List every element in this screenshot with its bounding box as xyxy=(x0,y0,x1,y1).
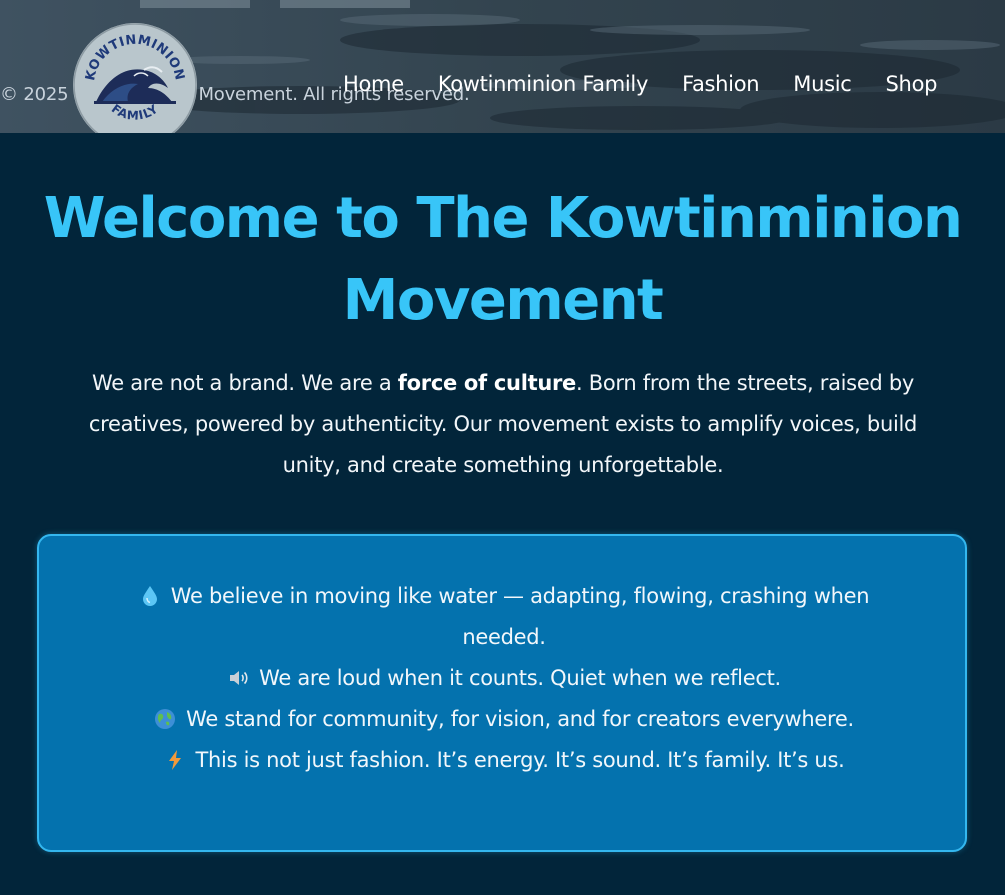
belief-item: This is not just fashion. It’s energy. I… xyxy=(109,740,899,781)
globe-icon xyxy=(155,709,176,729)
lightning-icon xyxy=(168,750,181,770)
belief-text: We believe in moving like water — adapti… xyxy=(170,584,870,649)
nav-link-fashion[interactable]: Fashion xyxy=(682,72,759,96)
beliefs-list: We believe in moving like water — adapti… xyxy=(109,576,899,781)
nav-link-music[interactable]: Music xyxy=(793,72,852,96)
belief-text: This is not just fashion. It’s energy. I… xyxy=(195,748,845,772)
belief-item: We are loud when it counts. Quiet when w… xyxy=(109,658,899,699)
belief-text: We are loud when it counts. Quiet when w… xyxy=(259,666,781,690)
belief-item: We stand for community, for vision, and … xyxy=(109,699,899,740)
intro-paragraph: We are not a brand. We are a force of cu… xyxy=(58,363,948,486)
beliefs-card: We believe in moving like water — adapti… xyxy=(37,534,967,852)
droplet-icon xyxy=(142,586,157,606)
speaker-icon xyxy=(230,671,248,685)
belief-item: We believe in moving like water — adapti… xyxy=(109,576,899,658)
site-header: © 2025 Kowtinminion Movement. All rights… xyxy=(0,0,1005,133)
main-navigation: Home Kowtinminion Family Fashion Music S… xyxy=(343,72,937,96)
intro-emphasis: force of culture xyxy=(397,371,576,395)
nav-link-shop[interactable]: Shop xyxy=(886,72,938,96)
intro-text-start: We are not a brand. We are a xyxy=(91,371,398,395)
nav-link-home[interactable]: Home xyxy=(343,72,404,96)
page: © 2025 Kowtinminion Movement. All rights… xyxy=(0,0,1005,895)
nav-link-kowtinminion-family[interactable]: Kowtinminion Family xyxy=(438,72,649,96)
belief-text: We stand for community, for vision, and … xyxy=(186,707,854,731)
page-title: Welcome to The Kowtinminion Movement xyxy=(43,186,963,333)
